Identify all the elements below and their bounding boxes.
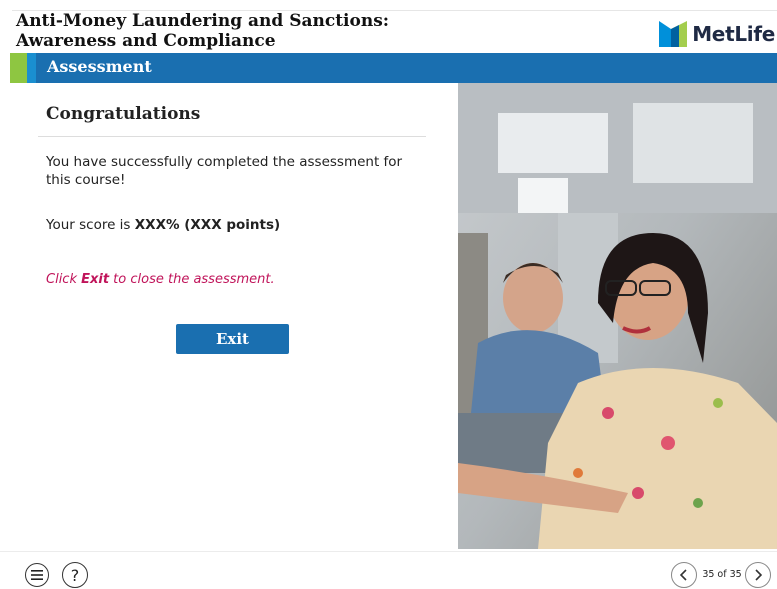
section-bar: Assessment <box>10 53 777 83</box>
chevron-left-icon <box>680 569 687 581</box>
heading-divider <box>38 136 426 137</box>
metlife-logo-icon <box>659 21 688 47</box>
exit-button[interactable]: Exit <box>176 324 289 354</box>
bar-accent-green <box>10 53 27 83</box>
course-title-line2: Awareness and Compliance <box>16 31 276 51</box>
score-line: Your score is XXX% (XXX points) <box>46 216 416 234</box>
completion-message: You have successfully completed the asse… <box>46 154 403 188</box>
score-label: Your score is <box>46 217 135 233</box>
previous-page-button[interactable] <box>671 562 697 588</box>
exit-instruction: Click Exit to close the assessment. <box>46 272 275 287</box>
office-photo <box>458 83 777 549</box>
page-heading: Congratulations <box>46 104 201 124</box>
score-value: XXX% (XXX points) <box>134 217 281 233</box>
metlife-logo: MetLife <box>659 20 775 48</box>
bar-accent-blue <box>27 53 36 83</box>
next-page-button[interactable] <box>745 562 771 588</box>
menu-icon <box>31 570 43 580</box>
chevron-right-icon <box>755 569 762 581</box>
instruction-click: Click <box>46 272 82 287</box>
course-title: Anti-Money Laundering and Sanctions: Awa… <box>16 11 576 51</box>
help-button[interactable]: ? <box>62 562 88 588</box>
section-title: Assessment <box>47 57 152 76</box>
page-counter: 35 of 35 <box>702 569 742 580</box>
logo-text: MetLife <box>692 22 775 46</box>
footer-divider <box>0 551 777 552</box>
help-icon: ? <box>70 565 80 585</box>
menu-button[interactable] <box>25 563 49 587</box>
instruction-rest: to close the assessment. <box>109 272 275 287</box>
instruction-exit-word: Exit <box>81 272 110 287</box>
course-title-line1: Anti-Money Laundering and Sanctions: <box>16 11 390 31</box>
